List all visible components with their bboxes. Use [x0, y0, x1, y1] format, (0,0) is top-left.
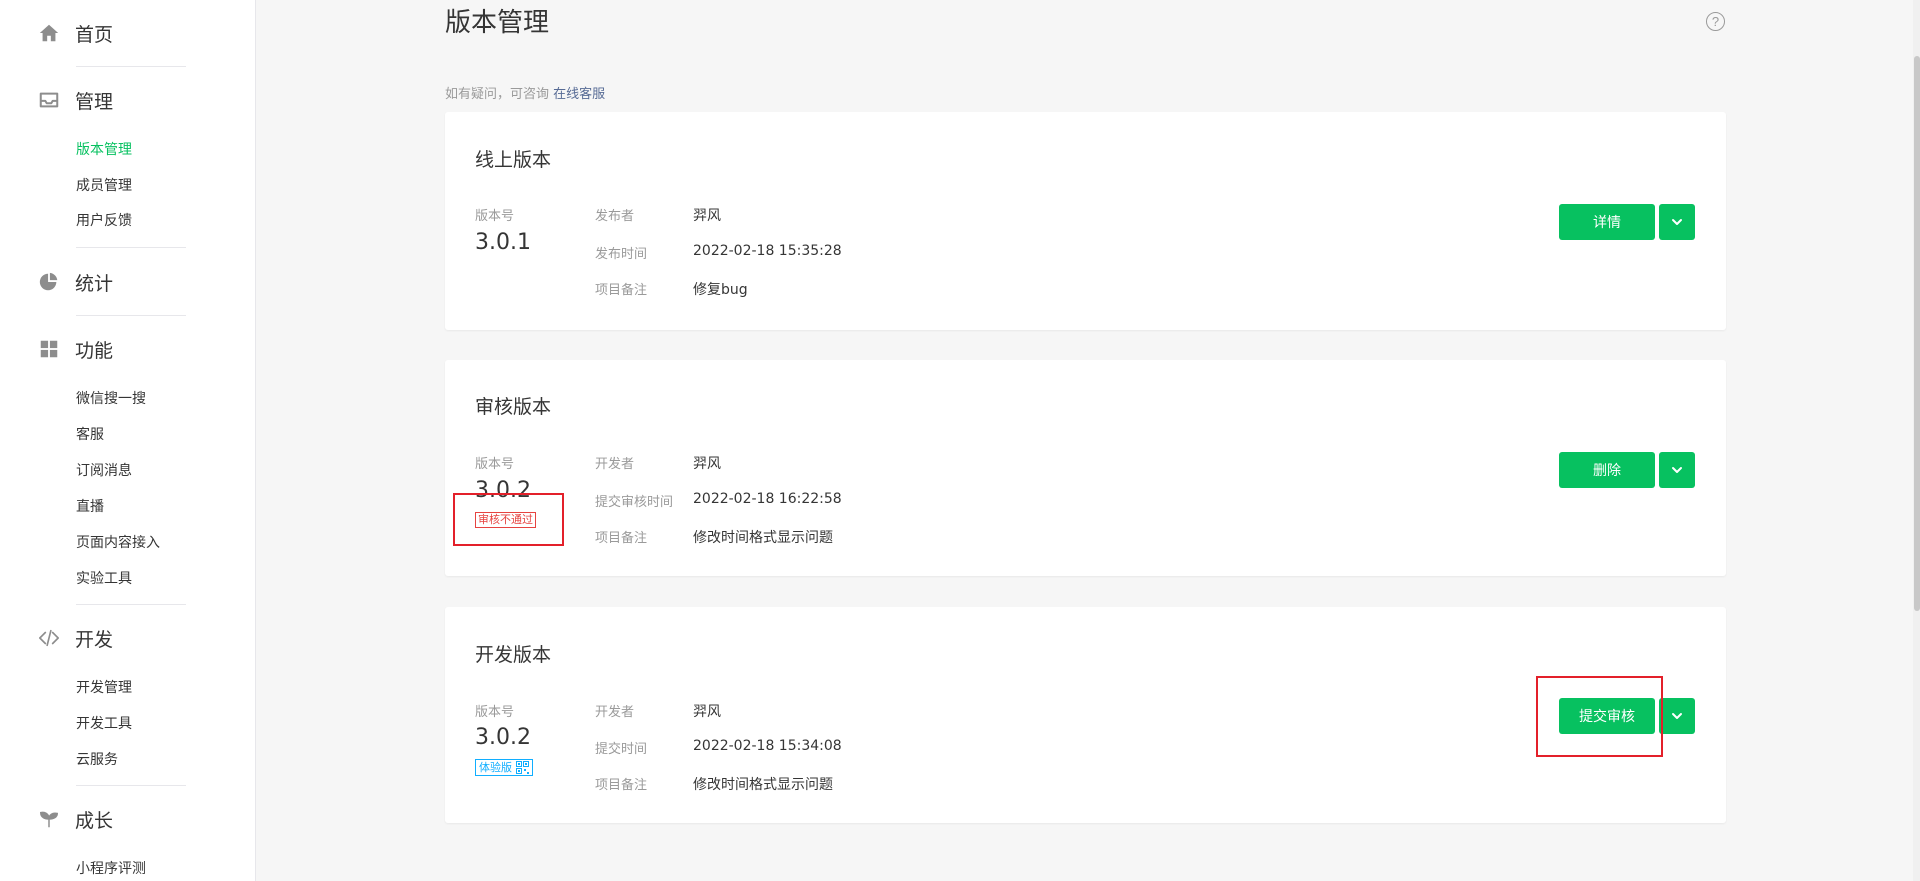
more-dropdown-button[interactable]: [1659, 452, 1695, 488]
meta-value: 羿风: [693, 208, 721, 224]
inbox-icon: [37, 88, 61, 112]
sidebar-item-label: 管理: [75, 90, 114, 113]
version-number: 3.0.2: [475, 478, 531, 503]
pie-chart-icon: [37, 270, 61, 294]
divider: [76, 604, 186, 605]
more-dropdown-button[interactable]: [1659, 204, 1695, 240]
page-title: 版本管理: [445, 8, 550, 38]
more-dropdown-button[interactable]: [1659, 698, 1695, 734]
submit-review-button[interactable]: 提交审核: [1559, 698, 1655, 734]
sidebar-item-live[interactable]: 直播: [76, 498, 104, 516]
meta-value: 羿风: [693, 704, 721, 720]
meta-value: 修改时间格式显示问题: [693, 530, 833, 546]
dev-version-card: 开发版本 版本号 3.0.2 体验版 开发者 羿风 提交时间 2022-02-1…: [445, 607, 1726, 823]
meta-key: 开发者: [595, 705, 635, 720]
version-label: 版本号: [475, 209, 515, 224]
meta-value: 修改时间格式显示问题: [693, 777, 833, 793]
sidebar-item-dev-tools[interactable]: 开发工具: [76, 715, 132, 733]
divider: [76, 66, 186, 67]
sidebar-item-stats[interactable]: 统计: [37, 270, 114, 295]
sidebar-item-page-content[interactable]: 页面内容接入: [76, 534, 160, 552]
divider: [76, 785, 186, 786]
sprout-icon: [37, 807, 61, 831]
sidebar-item-features[interactable]: 功能: [37, 337, 114, 362]
meta-key: 项目备注: [595, 283, 648, 298]
meta-key: 发布时间: [595, 247, 648, 262]
sidebar-item-subscribe-message[interactable]: 订阅消息: [76, 462, 132, 480]
sidebar-item-dev-manage[interactable]: 开发管理: [76, 679, 132, 697]
sidebar-item-manage[interactable]: 管理: [37, 88, 114, 113]
meta-key: 项目备注: [595, 778, 648, 793]
qrcode-icon: [516, 761, 529, 774]
trial-version-badge[interactable]: 体验版: [475, 759, 533, 776]
review-version-card: 审核版本 版本号 3.0.2 审核不通过 开发者 羿风 提交审核时间 2022-…: [445, 360, 1726, 576]
sidebar-item-label: 统计: [75, 272, 114, 295]
sidebar-item-experiment-tools[interactable]: 实验工具: [76, 570, 132, 588]
meta-value: 2022-02-18 15:34:08: [693, 738, 842, 754]
meta-key: 提交审核时间: [595, 495, 674, 510]
sidebar-item-mini-program-review[interactable]: 小程序评测: [76, 860, 146, 878]
sidebar-item-cloud-service[interactable]: 云服务: [76, 751, 118, 769]
meta-value: 羿风: [693, 456, 721, 472]
sidebar-item-label: 成长: [75, 809, 114, 832]
chevron-down-icon: [1672, 219, 1682, 225]
code-icon: [37, 626, 61, 650]
sidebar-item-label: 开发: [75, 628, 114, 651]
card-title: 线上版本: [475, 149, 552, 171]
version-label: 版本号: [475, 457, 515, 472]
review-failed-badge: 审核不通过: [475, 512, 536, 528]
details-button[interactable]: 详情: [1559, 204, 1655, 240]
version-number: 3.0.1: [475, 230, 531, 255]
sidebar-item-user-feedback[interactable]: 用户反馈: [76, 212, 132, 230]
divider: [76, 315, 186, 316]
sidebar-item-member-manage[interactable]: 成员管理: [76, 177, 132, 195]
trial-version-label: 体验版: [479, 761, 512, 774]
meta-key: 开发者: [595, 457, 635, 472]
sidebar-item-wechat-search[interactable]: 微信搜一搜: [76, 390, 146, 408]
delete-button[interactable]: 删除: [1559, 452, 1655, 488]
scrollbar-thumb[interactable]: [1914, 56, 1920, 611]
grid-icon: [37, 337, 61, 361]
online-service-link[interactable]: 在线客服: [553, 87, 605, 102]
version-label: 版本号: [475, 705, 515, 720]
sidebar-item-customer-service[interactable]: 客服: [76, 426, 104, 444]
sidebar: 首页 管理 版本管理 成员管理 用户反馈 统计 功能 微信搜一搜 客服 订阅消息…: [0, 0, 256, 881]
card-title: 开发版本: [475, 644, 552, 666]
chevron-down-icon: [1672, 467, 1682, 473]
sidebar-item-home[interactable]: 首页: [37, 21, 114, 46]
hint-prefix: 如有疑问，可咨询: [445, 87, 554, 102]
home-icon: [37, 21, 61, 45]
sidebar-item-version-manage[interactable]: 版本管理: [76, 141, 132, 159]
sidebar-item-develop[interactable]: 开发: [37, 626, 114, 651]
meta-key: 发布者: [595, 209, 635, 224]
divider: [76, 247, 186, 248]
help-icon[interactable]: ?: [1706, 12, 1725, 31]
meta-key: 提交时间: [595, 742, 648, 757]
sidebar-item-label: 首页: [75, 23, 114, 46]
card-title: 审核版本: [475, 396, 552, 418]
hint-text: 如有疑问，可咨询 在线客服: [445, 83, 605, 102]
sidebar-item-label: 功能: [75, 339, 114, 362]
meta-key: 项目备注: [595, 531, 648, 546]
meta-value: 修复bug: [693, 282, 748, 298]
meta-value: 2022-02-18 16:22:58: [693, 491, 842, 507]
chevron-down-icon: [1672, 713, 1682, 719]
version-number: 3.0.2: [475, 725, 531, 750]
meta-value: 2022-02-18 15:35:28: [693, 243, 842, 259]
online-version-card: 线上版本 版本号 3.0.1 发布者 羿风 发布时间 2022-02-18 15…: [445, 112, 1726, 330]
sidebar-item-growth[interactable]: 成长: [37, 807, 114, 832]
